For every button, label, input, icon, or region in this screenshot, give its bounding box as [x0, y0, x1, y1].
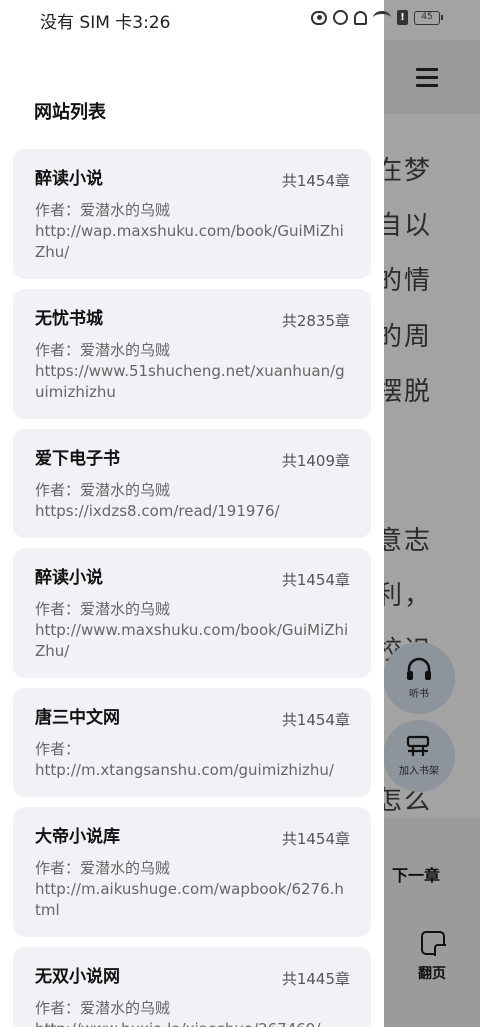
reader-text-line: 意志: [376, 526, 433, 556]
site-chapter-count: 共1454章: [281, 711, 350, 729]
page-turn-icon[interactable]: [421, 931, 446, 956]
next-chapter-button[interactable]: 下一章: [392, 862, 440, 886]
site-author: 作者：爱潜水的乌贼: [35, 600, 171, 618]
status-bar: 没有 SIM 卡3:26 ! 45: [0, 0, 480, 38]
site-list: 醉读小说 共1454章 作者：爱潜水的乌贼 http://wap.maxshuk…: [13, 149, 371, 1027]
add-shelf-label: 加入书架: [399, 766, 439, 777]
headphones-icon: [407, 657, 431, 680]
do-not-disturb-icon: [333, 10, 348, 25]
site-chapter-count: 共1409章: [281, 452, 350, 470]
menu-icon[interactable]: [416, 68, 438, 88]
site-chapter-count: 共1454章: [281, 172, 350, 190]
site-author: 作者：爱潜水的乌贼: [35, 201, 171, 219]
site-card[interactable]: 无双小说网 共1445章 作者：爱潜水的乌贼 http://www.buxia.…: [13, 947, 371, 1027]
site-author: 作者：爱潜水的乌贼: [35, 999, 171, 1017]
mute-bell-icon: [354, 10, 367, 25]
site-url: http://www.maxshuku.com/book/GuiMiZhiZhu…: [35, 621, 349, 660]
site-card[interactable]: 唐三中文网 共1454章 作者： http://m.xtangsanshu.co…: [13, 688, 371, 797]
listen-label: 听书: [409, 689, 429, 700]
add-shelf-icon: [406, 735, 430, 756]
status-carrier-time: 没有 SIM 卡3:26: [40, 13, 171, 33]
site-author: 作者：爱潜水的乌贼: [35, 859, 171, 877]
site-chapter-count: 共1454章: [281, 830, 350, 848]
reader-text-line: 的周: [376, 322, 433, 352]
page-turn-label[interactable]: 翻页: [418, 963, 446, 983]
site-chapter-count: 共2835章: [281, 312, 350, 330]
battery-icon: 45: [414, 10, 443, 25]
site-author: 作者：爱潜水的乌贼: [35, 481, 171, 499]
site-url: http://wap.maxshuku.com/book/GuiMiZhiZhu…: [35, 222, 344, 261]
site-author: 作者：爱潜水的乌贼: [35, 341, 171, 359]
site-chapter-count: 共1454章: [281, 571, 350, 589]
site-card[interactable]: 大帝小说库 共1454章 作者：爱潜水的乌贼 http://m.aikushug…: [13, 807, 371, 937]
reader-text-line: 在梦: [376, 156, 433, 186]
site-card[interactable]: 醉读小说 共1454章 作者：爱潜水的乌贼 http://www.maxshuk…: [13, 548, 371, 678]
site-url: https://www.51shucheng.net/xuanhuan/guim…: [35, 362, 345, 401]
reader-text-line: 摆脱: [376, 377, 433, 407]
site-url: http://m.xtangsanshu.com/guimizhizhu/: [35, 761, 334, 779]
listen-button[interactable]: 听书: [383, 642, 455, 714]
reader-text-line: 利，: [376, 581, 433, 611]
site-author: 作者：: [35, 740, 81, 758]
site-card[interactable]: 爱下电子书 共1409章 作者：爱潜水的乌贼 https://ixdzs8.co…: [13, 429, 371, 538]
site-card[interactable]: 醉读小说 共1454章 作者：爱潜水的乌贼 http://wap.maxshuk…: [13, 149, 371, 279]
reader-text-line: 自以: [376, 211, 433, 241]
site-list-drawer: 网站列表 醉读小说 共1454章 作者：爱潜水的乌贼 http://wap.ma…: [0, 0, 384, 1027]
site-card[interactable]: 无忧书城 共2835章 作者：爱潜水的乌贼 https://www.51shuc…: [13, 289, 371, 419]
wifi-icon: [373, 10, 391, 25]
site-url: https://ixdzs8.com/read/191976/: [35, 502, 280, 520]
drawer-title: 网站列表: [34, 102, 106, 123]
site-url: http://m.aikushuge.com/wapbook/6276.html: [35, 880, 344, 919]
site-chapter-count: 共1445章: [281, 970, 350, 988]
reader-text-line: 的情: [376, 266, 433, 296]
add-to-shelf-button[interactable]: 加入书架: [383, 720, 455, 792]
alert-icon: !: [397, 10, 408, 25]
site-url: http://www.buxia.la/xiaoshuo/267469/: [35, 1019, 349, 1027]
eye-icon: [311, 10, 327, 25]
